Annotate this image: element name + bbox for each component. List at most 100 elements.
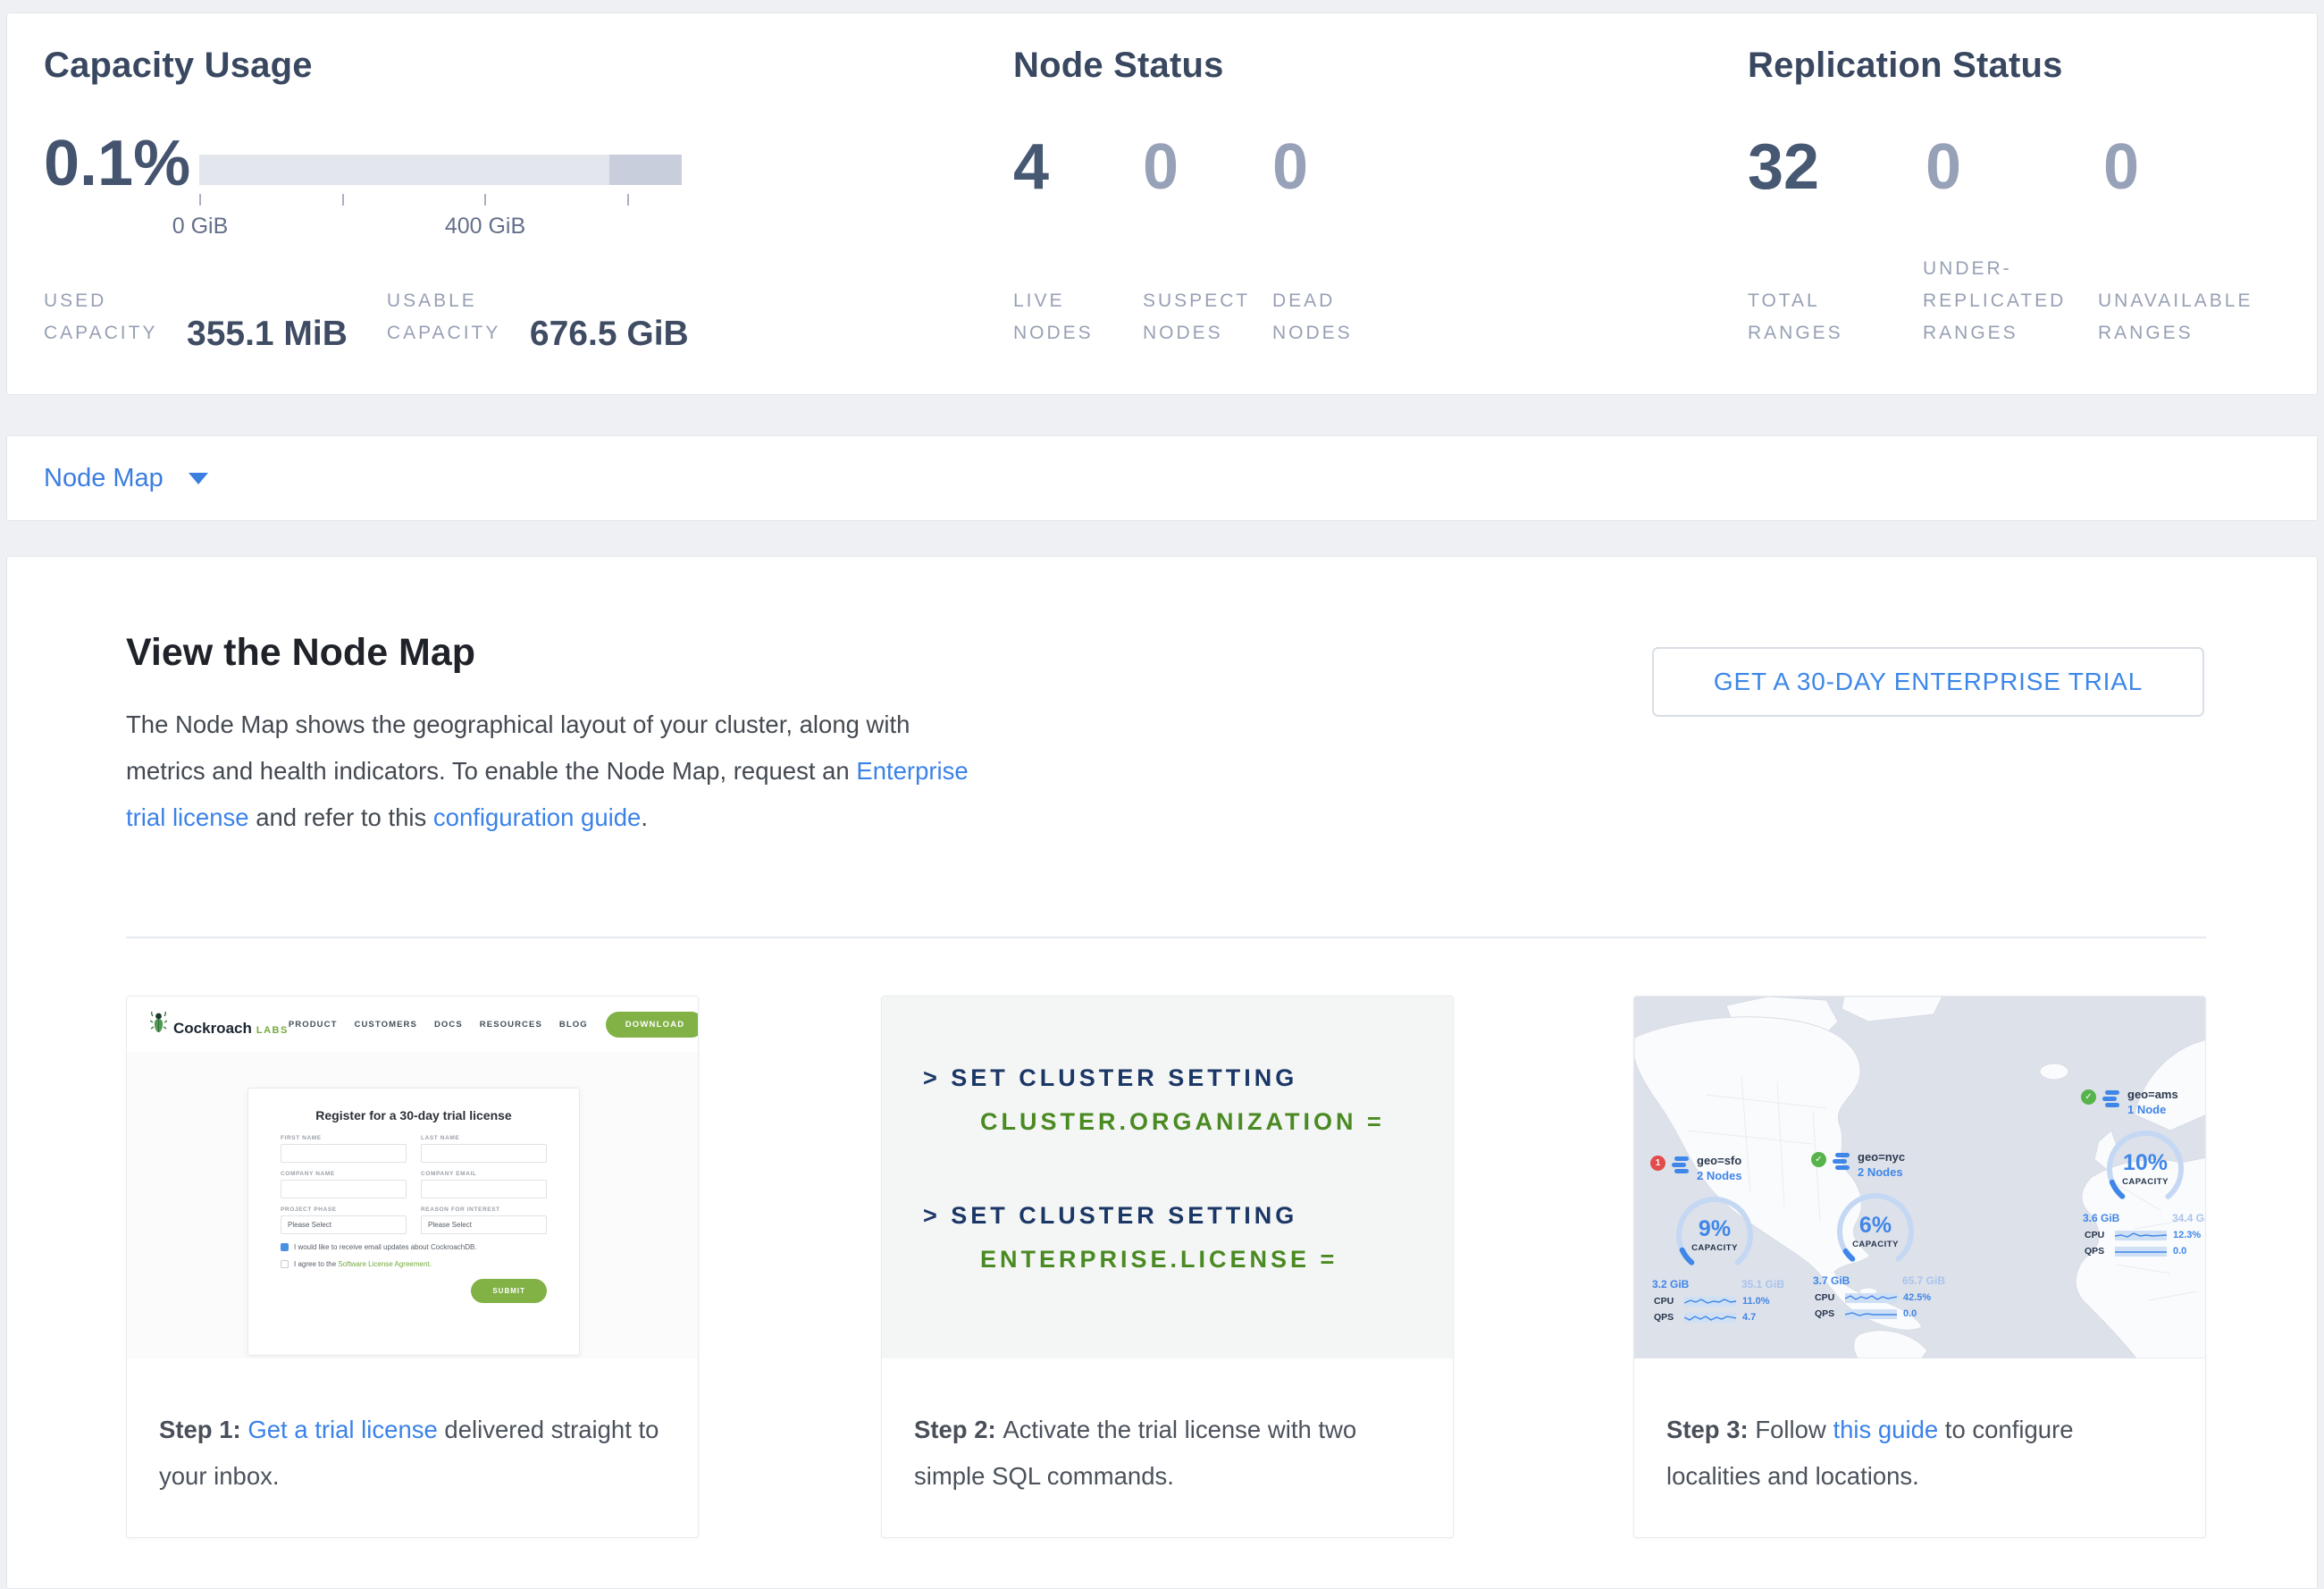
- cpu-row: CPU 42.5%: [1815, 1292, 1951, 1303]
- cpu-value: 11.0%: [1742, 1296, 1770, 1307]
- qps-row: QPS 4.7: [1654, 1312, 1790, 1323]
- trial-registration-form: Register for a 30-day trial license FIRS…: [248, 1088, 580, 1356]
- used-capacity: 3.7 GiB: [1813, 1274, 1850, 1287]
- suspect-nodes-label: SUSPECT NODES: [1143, 285, 1259, 349]
- step-number: Step 3:: [1666, 1416, 1755, 1443]
- axis-tick-label: 400 GiB: [445, 214, 525, 240]
- first-name-field: [281, 1144, 407, 1163]
- node-map-preview: 1 geo=sfo 2 Nodes: [1634, 996, 2205, 1358]
- brand-name: Cockroach: [173, 1020, 252, 1038]
- capacity-label: CAPACITY: [1852, 1240, 1899, 1249]
- cluster-overview-page: Capacity Usage 0.1% 0 GiB 400 GiB USED C…: [0, 0, 2324, 1589]
- cpu-sparkline: [1684, 1297, 1736, 1307]
- healthy-badge: [1811, 1152, 1826, 1167]
- dead-nodes-value: 0: [1272, 135, 1402, 199]
- node-count: 1 Node: [2127, 1102, 2178, 1117]
- cpu-label: CPU: [1815, 1292, 1839, 1303]
- database-icon: [2102, 1089, 2121, 1114]
- qps-row: QPS 0.0: [2085, 1246, 2205, 1257]
- submit-button: SUBMIT: [471, 1279, 547, 1303]
- field-label: COMPANY NAME: [281, 1171, 407, 1177]
- map-location-nyc: geo=nyc 2 Nodes 6% CAPACITY: [1811, 1150, 1951, 1319]
- intro-text: and refer to this: [249, 803, 433, 831]
- site-nav-links: PRODUCT CUSTOMERS DOCS RESOURCES BLOG: [289, 1020, 588, 1030]
- download-button: DOWNLOAD: [606, 1012, 698, 1038]
- qps-sparkline: [1845, 1309, 1897, 1319]
- used-capacity: 3.6 GiB: [2083, 1212, 2119, 1224]
- unavailable-ranges-value: 0: [2103, 135, 2281, 199]
- cpu-sparkline: [1845, 1293, 1897, 1303]
- cpu-row: CPU 11.0%: [1654, 1296, 1790, 1307]
- total-ranges-value: 32: [1748, 135, 1925, 199]
- brand-suffix: LABS: [256, 1025, 289, 1036]
- checkbox-unchecked-icon: [281, 1260, 289, 1268]
- site-nav-item: CUSTOMERS: [355, 1020, 417, 1030]
- map-location-ams: geo=ams 1 Node 10% CAPACITY: [2081, 1088, 2205, 1257]
- location-labels: geo=sfo 2 Nodes: [1697, 1154, 1742, 1183]
- intro-text: .: [641, 803, 648, 831]
- step3-caption: Step 3: Follow this guide to configure l…: [1634, 1358, 2205, 1537]
- usable-capacity-label: USABLE CAPACITY: [387, 285, 523, 349]
- step-number: Step 1:: [159, 1416, 248, 1443]
- intro-description: The Node Map shows the geographical layo…: [126, 702, 982, 841]
- live-nodes-value: 4: [1013, 135, 1143, 199]
- cluster-summary-panel: Capacity Usage 0.1% 0 GiB 400 GiB USED C…: [6, 13, 2318, 395]
- node-count: 2 Nodes: [1697, 1168, 1742, 1183]
- step1-caption: Step 1: Get a trial license delivered st…: [127, 1358, 698, 1537]
- reason-select: Please Select: [421, 1215, 547, 1234]
- replication-status-labels: TOTAL RANGES UNDER-REPLICATED RANGES UNA…: [1748, 242, 2273, 349]
- site-nav-item: BLOG: [559, 1020, 588, 1030]
- node-map-content-panel: View the Node Map The Node Map shows the…: [6, 556, 2318, 1589]
- cpu-value: 42.5%: [1903, 1292, 1931, 1303]
- capacity-percent: 6%: [1859, 1215, 1892, 1237]
- suspect-nodes-value: 0: [1143, 135, 1272, 199]
- capacity-bar-used-segment: [609, 155, 682, 185]
- total-ranges-label: TOTAL RANGES: [1748, 285, 1873, 349]
- site-nav-item: PRODUCT: [289, 1020, 338, 1030]
- qps-sparkline: [1684, 1313, 1736, 1323]
- under-replicated-ranges-value: 0: [1925, 135, 2103, 199]
- healthy-badge: [2081, 1089, 2096, 1105]
- step-number: Step 2:: [914, 1416, 1003, 1443]
- axis-tick: [484, 194, 486, 206]
- intro-text: The Node Map shows the geographical layo…: [126, 710, 910, 785]
- agree-text: I agree to the: [294, 1260, 338, 1268]
- qps-value: 0.0: [2173, 1246, 2186, 1257]
- capacity-usage-title: Capacity Usage: [44, 46, 313, 86]
- site-nav: Cockroach LABS PRODUCT CUSTOMERS DOCS RE…: [127, 996, 698, 1052]
- error-badge: 1: [1650, 1156, 1665, 1171]
- chevron-down-icon[interactable]: [189, 473, 208, 484]
- optin-checkbox-label: I would like to receive email updates ab…: [294, 1243, 477, 1251]
- site-nav-item: RESOURCES: [480, 1020, 542, 1030]
- view-selector-bar: Node Map: [6, 435, 2318, 521]
- view-selector-dropdown[interactable]: Node Map: [44, 464, 164, 493]
- site-body: Register for a 30-day trial license FIRS…: [127, 1052, 698, 1358]
- field-label: PROJECT PHASE: [281, 1206, 407, 1213]
- replication-status-values: 32 0 0: [1748, 135, 2281, 199]
- locality-name: geo=sfo: [1697, 1154, 1742, 1168]
- this-guide-link[interactable]: this guide: [1833, 1416, 1938, 1443]
- total-capacity: 35.1 GiB: [1741, 1278, 1784, 1291]
- database-icon: [1671, 1156, 1691, 1180]
- field-label: LAST NAME: [421, 1135, 547, 1141]
- capacity-percent-value: 0.1%: [44, 131, 190, 196]
- qps-label: QPS: [2085, 1246, 2109, 1257]
- location-labels: geo=nyc 2 Nodes: [1858, 1150, 1905, 1180]
- sql-command: > SET CLUSTER SETTING: [923, 1202, 1453, 1230]
- sql-setting: ENTERPRISE.LICENSE =: [923, 1246, 1453, 1274]
- total-capacity: 65.7 GiB: [1902, 1274, 1945, 1287]
- field-label: COMPANY EMAIL: [421, 1171, 547, 1177]
- configuration-guide-link[interactable]: configuration guide: [433, 803, 641, 831]
- map-location-sfo: 1 geo=sfo 2 Nodes: [1650, 1154, 1790, 1323]
- replication-status-title: Replication Status: [1748, 46, 2063, 86]
- used-capacity-value: 355.1 MiB: [187, 315, 348, 354]
- cockroach-labs-logo: Cockroach LABS: [150, 1012, 289, 1038]
- license-agreement-link: Software License Agreement.: [338, 1260, 432, 1268]
- form-title: Register for a 30-day trial license: [281, 1108, 547, 1122]
- unavailable-ranges-label: UNAVAILABLE RANGES: [2098, 285, 2277, 349]
- caption-text: Follow: [1755, 1416, 1833, 1443]
- location-labels: geo=ams 1 Node: [2127, 1088, 2178, 1117]
- get-trial-license-link[interactable]: Get a trial license: [248, 1416, 437, 1443]
- under-replicated-ranges-label: UNDER-REPLICATED RANGES: [1923, 253, 2085, 349]
- get-enterprise-trial-button[interactable]: GET A 30-DAY ENTERPRISE TRIAL: [1652, 647, 2204, 717]
